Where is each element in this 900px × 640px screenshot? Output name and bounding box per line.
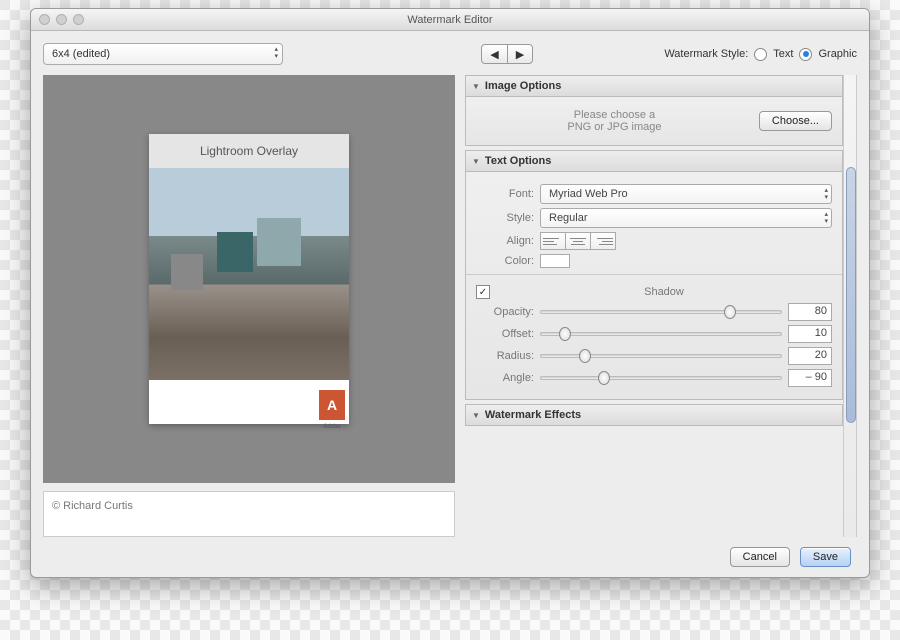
updown-icon: ▴▾: [824, 187, 828, 201]
chevron-down-icon: ▼: [472, 82, 480, 91]
align-center-button[interactable]: [565, 232, 591, 250]
text-options-header[interactable]: ▼ Text Options: [465, 150, 843, 172]
opacity-slider[interactable]: [540, 304, 782, 320]
style-graphic-label: Graphic: [818, 48, 857, 60]
style-text-label: Text: [773, 48, 793, 60]
image-options-body: Please choose a PNG or JPG image Choose.…: [465, 97, 843, 146]
chevron-down-icon: ▼: [472, 411, 480, 420]
close-icon[interactable]: [39, 14, 50, 25]
watermark-effects-title: Watermark Effects: [485, 409, 581, 421]
image-helptext: Please choose a PNG or JPG image: [476, 109, 753, 133]
watermark-effects-header[interactable]: ▼ Watermark Effects: [465, 404, 843, 426]
text-options-body: Font: Myriad Web Pro ▴▾ Style: Regular ▴…: [465, 172, 843, 400]
font-style-value: Regular: [549, 212, 588, 224]
style-text-radio[interactable]: [754, 48, 767, 61]
preset-select[interactable]: 6x4 (edited) ▴▾: [43, 43, 283, 65]
save-button[interactable]: Save: [800, 547, 851, 567]
font-select[interactable]: Myriad Web Pro ▴▾: [540, 184, 832, 204]
align-label: Align:: [476, 235, 534, 247]
toolbar: 6x4 (edited) ▴▾ ◀ ▶ Watermark Style: Tex…: [43, 43, 857, 65]
radius-value[interactable]: 20: [788, 347, 832, 365]
titlebar: Watermark Editor: [31, 9, 869, 31]
image-options-title: Image Options: [485, 80, 561, 92]
shadow-checkbox[interactable]: ✓: [476, 285, 490, 299]
color-label: Color:: [476, 255, 534, 267]
offset-value[interactable]: 10: [788, 325, 832, 343]
color-swatch[interactable]: [540, 254, 570, 268]
preview-area: Lightroom Overlay A: [43, 75, 455, 483]
watermark-style-group: Watermark Style: Text Graphic: [664, 48, 857, 61]
watermark-style-label: Watermark Style:: [664, 48, 748, 60]
scrollbar[interactable]: [843, 75, 857, 537]
preview-image: Lightroom Overlay A: [149, 134, 349, 424]
window-title: Watermark Editor: [407, 14, 492, 26]
opacity-value[interactable]: 80: [788, 303, 832, 321]
footer: Cancel Save: [43, 537, 857, 577]
offset-slider[interactable]: [540, 326, 782, 342]
font-select-value: Myriad Web Pro: [549, 188, 628, 200]
angle-label: Angle:: [476, 372, 534, 384]
font-label: Font:: [476, 188, 534, 200]
cancel-button[interactable]: Cancel: [730, 547, 790, 567]
updown-icon: ▴▾: [824, 211, 828, 225]
chevron-down-icon: ▼: [472, 157, 480, 166]
adobe-logo-icon: A: [319, 390, 345, 420]
align-left-button[interactable]: [540, 232, 566, 250]
window-controls: [39, 14, 84, 25]
radius-slider[interactable]: [540, 348, 782, 364]
watermark-editor-window: Watermark Editor 6x4 (edited) ▴▾ ◀ ▶ Wat…: [30, 8, 870, 578]
zoom-icon[interactable]: [73, 14, 84, 25]
choose-button[interactable]: Choose...: [759, 111, 832, 131]
radius-label: Radius:: [476, 350, 534, 362]
updown-icon: ▴▾: [274, 46, 278, 60]
copyright-text: © Richard Curtis: [52, 500, 133, 512]
preview-photo: [149, 168, 349, 380]
style-label: Style:: [476, 212, 534, 224]
next-button[interactable]: ▶: [507, 44, 533, 64]
angle-value[interactable]: – 90: [788, 369, 832, 387]
prev-button[interactable]: ◀: [481, 44, 507, 64]
preset-select-value: 6x4 (edited): [52, 48, 110, 60]
minimize-icon[interactable]: [56, 14, 67, 25]
font-style-select[interactable]: Regular ▴▾: [540, 208, 832, 228]
copyright-field[interactable]: © Richard Curtis: [43, 491, 455, 537]
angle-slider[interactable]: [540, 370, 782, 386]
nav-stepper: ◀ ▶: [481, 44, 533, 64]
style-graphic-radio[interactable]: [799, 48, 812, 61]
offset-label: Offset:: [476, 328, 534, 340]
image-options-header[interactable]: ▼ Image Options: [465, 75, 843, 97]
overlay-title: Lightroom Overlay: [149, 134, 349, 168]
shadow-title: Shadow: [496, 286, 832, 298]
align-right-button[interactable]: [590, 232, 616, 250]
opacity-label: Opacity:: [476, 306, 534, 318]
align-group: [540, 232, 616, 250]
text-options-title: Text Options: [485, 155, 551, 167]
